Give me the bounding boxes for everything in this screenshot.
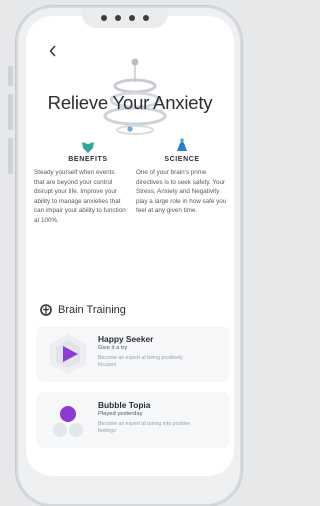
notch-dot <box>115 15 121 21</box>
heart-shield-icon <box>82 142 94 153</box>
notch-dot <box>143 15 149 21</box>
section-title: Brain Training <box>58 304 126 316</box>
chevron-left-icon[interactable] <box>46 44 60 58</box>
card-status: Played yesterday <box>98 411 143 417</box>
benefits-text: Steady yourself when events that are bey… <box>34 169 126 224</box>
training-card-happy-seeker[interactable]: Happy Seeker Give it a try Become an exp… <box>36 326 230 382</box>
science-text: One of your brain's prime directives is … <box>136 169 227 215</box>
notch-dot <box>101 15 107 21</box>
play-icon <box>50 334 86 374</box>
flask-icon <box>177 138 187 151</box>
notch-dot <box>129 15 135 21</box>
card-status: Give it a try <box>98 345 128 351</box>
training-card-bubble-topia[interactable]: Bubble Topia Played yesterday Become an … <box>36 392 230 448</box>
speaker-notch <box>82 8 168 28</box>
page-title: Relieve Your Anxiety <box>47 92 213 113</box>
card-description: Become an expert at tuning into positive… <box>98 421 191 435</box>
bubble-icon <box>53 406 83 437</box>
volume-down-button <box>8 138 13 174</box>
volume-up-button <box>8 94 13 130</box>
science-heading: SCIENCE <box>164 156 200 163</box>
side-button <box>8 66 13 86</box>
brain-training-header: Brain Training <box>40 304 126 316</box>
card-title: Bubble Topia <box>98 400 151 410</box>
brain-icon <box>40 304 52 316</box>
benefits-heading: BENEFITS <box>68 156 108 163</box>
card-title: Happy Seeker <box>98 334 154 344</box>
card-description: Become an expert at being positively foc… <box>98 355 183 369</box>
